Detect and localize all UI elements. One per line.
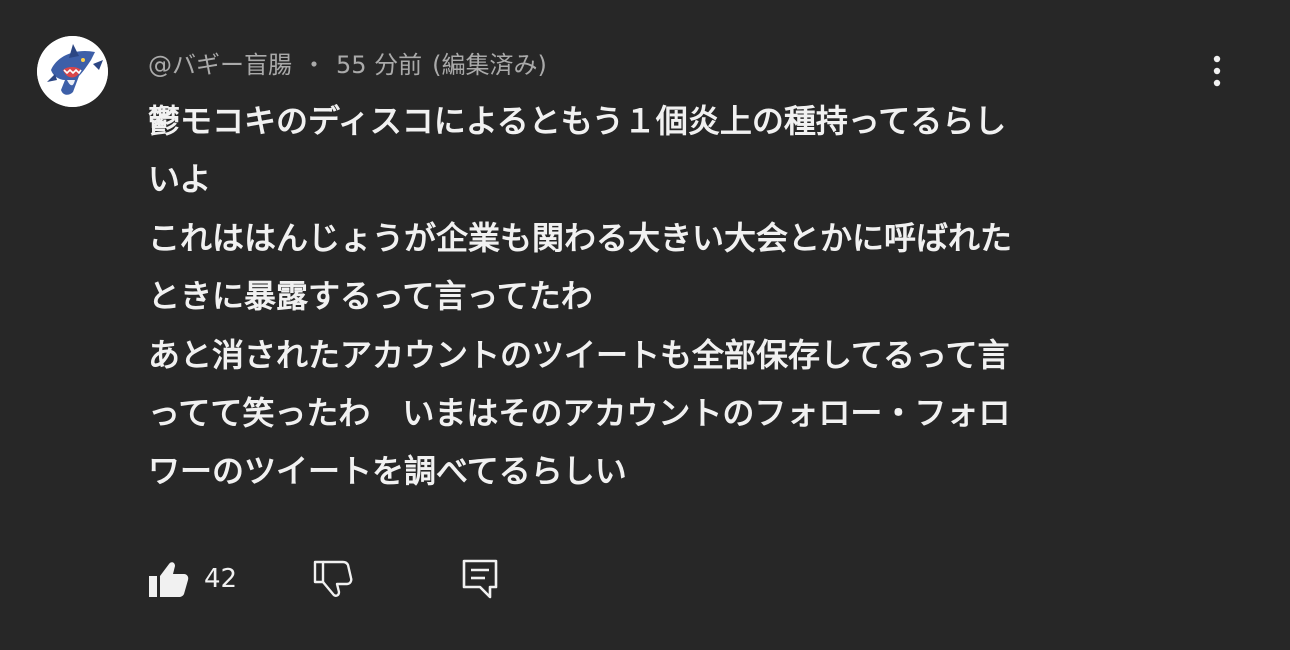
thumbs-down-outline-icon — [313, 560, 353, 597]
comment-line: ワーのツイートを調べてるらしい — [148, 452, 627, 491]
avatar[interactable] — [37, 36, 108, 107]
reply-button[interactable] — [458, 557, 502, 601]
comment-line: あと消されたアカウントのツイートも全部保存してるって言 — [148, 335, 1010, 374]
comment-header: @バギー盲腸 ・ 55 分前 (編集済み) — [148, 44, 547, 80]
like-count: 42 — [204, 564, 238, 594]
comment-text: 鬱モコキのディスコによるともう１個炎上の種持ってるらし いよ これははんじょうが… — [148, 92, 1228, 501]
shark-avatar-icon — [37, 36, 108, 107]
reply-comment-icon — [462, 559, 498, 599]
comment-line: これははんじょうが企業も関わる大きい大会とかに呼ばれた — [148, 218, 1013, 257]
author-name[interactable]: @バギー盲腸 — [148, 45, 292, 80]
edited-label: (編集済み) — [432, 50, 547, 79]
more-vertical-icon — [1213, 55, 1221, 87]
comment-thread: @バギー盲腸 ・ 55 分前 (編集済み) 鬱モコキのディスコによるともう１個炎… — [0, 0, 1290, 650]
like-button[interactable] — [146, 557, 190, 601]
comment-line: ってて笑ったわ いまはそのアカウントのフォロー・フォロ — [148, 394, 1011, 433]
comment-line: 鬱モコキのディスコによるともう１個炎上の種持ってるらし — [148, 102, 1007, 140]
header-separator: ・ — [302, 50, 326, 79]
comment-actions: 42 — [146, 556, 502, 602]
comment-line: いよ — [148, 160, 212, 199]
timestamp[interactable]: 55 分前 — [336, 45, 422, 80]
more-options-button[interactable] — [1199, 48, 1235, 94]
thumbs-up-filled-icon — [149, 562, 189, 597]
comment-line: ときに暴露するって言ってたわ — [148, 277, 593, 316]
dislike-button[interactable] — [310, 557, 354, 601]
